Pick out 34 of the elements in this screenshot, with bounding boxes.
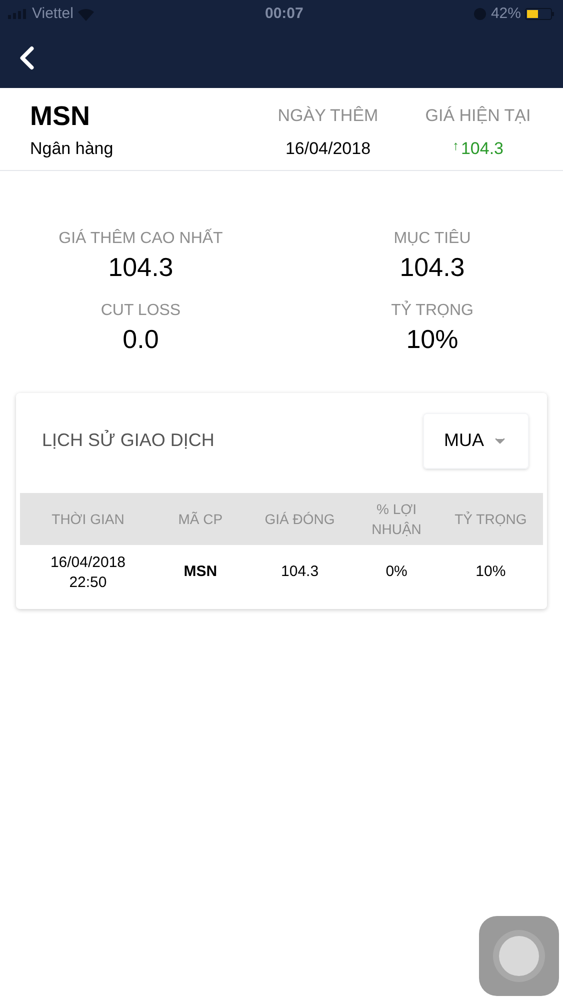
stat-label: CUT LOSS	[100, 300, 181, 320]
stock-symbol: MSN	[30, 100, 91, 132]
stat-value: 104.3	[400, 250, 465, 282]
battery-icon	[524, 8, 555, 20]
table-cell: 16/04/2018	[50, 552, 126, 572]
stat-value: 0.0	[122, 322, 159, 354]
column-label: GIÁ HIỆN TẠI	[425, 104, 531, 126]
column-label: NGÀY THÊM	[278, 104, 378, 126]
column-header: GIÁ ĐÓNG	[264, 510, 336, 528]
column-value: ↑104.3	[452, 137, 504, 160]
assistive-touch-button[interactable]	[479, 916, 559, 996]
table-cell: 0%	[386, 563, 408, 580]
stat-label: TỶ TRỌNG	[391, 300, 474, 320]
table-cell: MSN	[184, 563, 218, 580]
battery-percent: 42%	[490, 4, 521, 24]
filter-dropdown[interactable]: MUA	[423, 412, 529, 468]
sector-name: Ngân hàng	[30, 138, 114, 160]
carrier-name: Viettel	[32, 4, 74, 24]
column-header: TỶ TRỌNG	[454, 510, 528, 528]
stat-label: GIÁ THÊM CAO NHẤT	[58, 228, 223, 248]
stat-value: 104.3	[108, 250, 174, 282]
history-title: LỊCH SỬ GIAO DỊCH	[42, 428, 214, 452]
table-cell: 10%	[476, 563, 506, 580]
wifi-icon	[77, 8, 96, 20]
column-header: % LỢI NHUẬN	[370, 500, 422, 538]
stat-value: 10%	[406, 322, 458, 354]
column-header: MÃ CP	[177, 510, 224, 528]
table-cell: 22:50	[69, 572, 107, 592]
column-value: 16/04/2018	[285, 138, 371, 160]
column-header: THỜI GIAN	[50, 510, 126, 528]
signal-icon	[8, 9, 28, 19]
status-time: 00:07	[265, 4, 304, 24]
stat-label: MỤC TIÊU	[394, 228, 471, 248]
table-cell: 104.3	[281, 563, 319, 580]
